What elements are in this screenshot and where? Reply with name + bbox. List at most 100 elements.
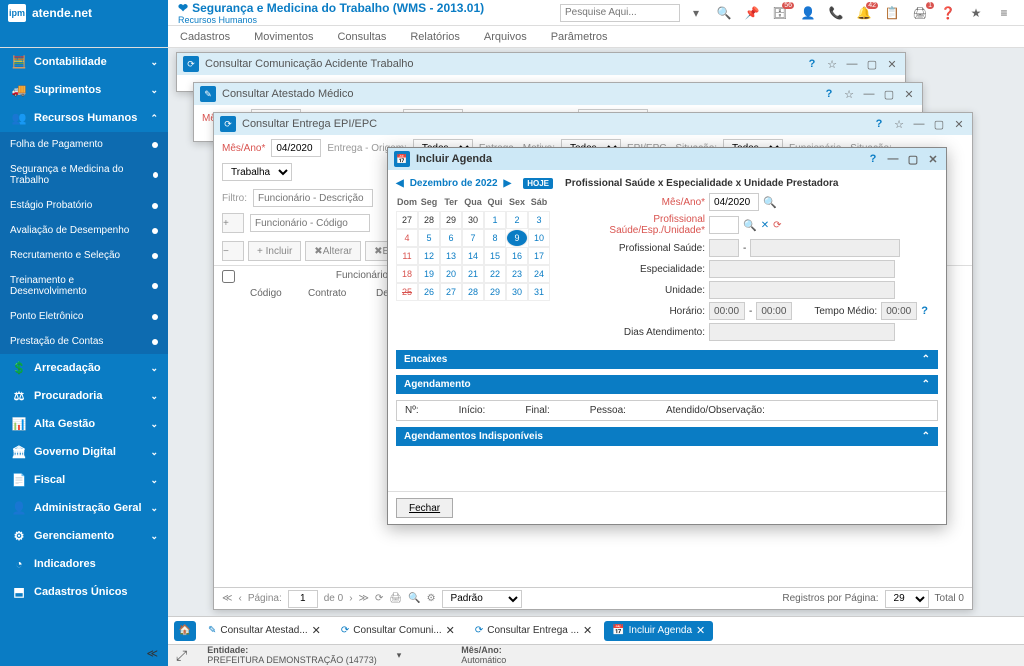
star-icon[interactable]: ★ xyxy=(964,4,988,22)
cal-today-button[interactable]: HOJE xyxy=(523,178,553,189)
maximize-icon[interactable]: ▢ xyxy=(932,117,946,131)
help-icon[interactable]: ? xyxy=(866,152,880,166)
func-select[interactable]: Trabalha... xyxy=(222,163,292,181)
menu-arquivos[interactable]: Arquivos xyxy=(472,31,539,43)
menu-icon[interactable]: ≡ xyxy=(992,4,1016,22)
refresh-icon[interactable]: ⟳ xyxy=(773,220,781,231)
print-icon[interactable]: 🖨 xyxy=(389,593,402,604)
alterar-button[interactable]: ✖ Alterar xyxy=(305,241,361,261)
cal-day[interactable]: 27 xyxy=(396,211,418,229)
help-icon[interactable]: ? xyxy=(805,57,819,71)
close-icon[interactable]: ✕ xyxy=(952,117,966,131)
clipboard-icon[interactable]: 📋 xyxy=(880,4,904,22)
search-input[interactable] xyxy=(560,4,680,22)
cal-day[interactable]: 25 xyxy=(396,283,418,301)
cal-day[interactable]: 11 xyxy=(396,247,418,265)
refresh-icon[interactable]: ⟳ xyxy=(183,56,199,72)
tab-atestado[interactable]: ✎Consultar Atestad...✕ xyxy=(200,621,329,641)
help-icon[interactable]: ? xyxy=(872,117,886,131)
cal-day[interactable]: 19 xyxy=(418,265,440,283)
cal-day[interactable]: 30 xyxy=(462,211,484,229)
star-icon[interactable]: ☆ xyxy=(892,117,906,131)
menu-relatorios[interactable]: Relatórios xyxy=(398,31,472,43)
mesano-input[interactable] xyxy=(709,193,759,211)
select-all-checkbox[interactable] xyxy=(222,270,235,283)
sidebar-cadunicos[interactable]: ⬒Cadastros Únicos xyxy=(0,578,168,606)
layout-select[interactable]: Padrão xyxy=(442,590,522,608)
gear-icon[interactable]: ⚙ xyxy=(427,593,436,604)
print-icon[interactable]: 🖨1 xyxy=(908,4,932,22)
maximize-icon[interactable]: ▢ xyxy=(906,152,920,166)
cal-day[interactable]: 13 xyxy=(440,247,462,265)
phone-icon[interactable]: 📞 xyxy=(824,4,848,22)
cal-day[interactable]: 17 xyxy=(528,247,550,265)
search-icon[interactable]: 🔍 xyxy=(743,219,757,232)
sidebar-sub-folha[interactable]: Folha de Pagamento xyxy=(0,132,168,157)
maximize-icon[interactable]: ▢ xyxy=(882,87,896,101)
sidebar-govdigital[interactable]: 🏛Governo Digital⌄ xyxy=(0,438,168,466)
cal-day[interactable]: 31 xyxy=(528,283,550,301)
prof-input[interactable] xyxy=(709,216,739,234)
sidebar-sub-estagio[interactable]: Estágio Probatório xyxy=(0,193,168,218)
sidebar-suprimentos[interactable]: 🚚Suprimentos⌄ xyxy=(0,76,168,104)
sidebar-procuradoria[interactable]: ⚖Procuradoria⌄ xyxy=(0,382,168,410)
section-agendamento[interactable]: Agendamento⌃ xyxy=(396,375,938,394)
help-icon[interactable]: ? xyxy=(921,305,928,317)
tab-comunicacao[interactable]: ⟳Consultar Comuni...✕ xyxy=(333,621,463,641)
cal-day[interactable]: 1 xyxy=(484,211,506,229)
close-icon[interactable]: ✕ xyxy=(696,624,705,637)
database-icon[interactable]: 🗄56 xyxy=(768,4,792,22)
sidebar-sub-ponto[interactable]: Ponto Eletrônico xyxy=(0,304,168,329)
cal-prev-icon[interactable]: ◀ xyxy=(396,178,404,189)
cal-day[interactable]: 6 xyxy=(440,229,462,247)
sidebar-sub-avaliacao[interactable]: Avaliação de Desempenho xyxy=(0,218,168,243)
cal-day-today[interactable]: 9 xyxy=(506,229,528,247)
cal-day[interactable]: 28 xyxy=(418,211,440,229)
cal-day[interactable]: 2 xyxy=(506,211,528,229)
sidebar-sub-treinamento[interactable]: Treinamento e Desenvolvimento xyxy=(0,268,168,304)
cal-day[interactable]: 7 xyxy=(462,229,484,247)
help-icon[interactable]: ? xyxy=(822,87,836,101)
incluir-button[interactable]: + Incluir xyxy=(248,241,301,261)
section-indisponiveis[interactable]: Agendamentos Indisponíveis⌃ xyxy=(396,427,938,446)
remove-button[interactable]: − xyxy=(222,241,244,261)
fechar-button[interactable]: Fechar xyxy=(396,498,453,518)
cal-day[interactable]: 3 xyxy=(528,211,550,229)
minimize-icon[interactable]: — xyxy=(912,117,926,131)
sidebar-sub-seguranca[interactable]: Segurança e Medicina do Trabalho xyxy=(0,157,168,193)
cal-day[interactable]: 27 xyxy=(440,283,462,301)
cal-day[interactable]: 8 xyxy=(484,229,506,247)
cal-day[interactable]: 14 xyxy=(462,247,484,265)
clear-icon[interactable]: ✕ xyxy=(761,220,769,231)
menu-consultas[interactable]: Consultas xyxy=(325,31,398,43)
close-icon[interactable]: ✕ xyxy=(583,624,592,637)
cal-day[interactable]: 5 xyxy=(418,229,440,247)
page-input[interactable] xyxy=(288,590,318,608)
pager-next-icon[interactable]: › xyxy=(349,593,352,604)
minimize-icon[interactable]: — xyxy=(862,87,876,101)
sidebar-altagestao[interactable]: 📊Alta Gestão⌄ xyxy=(0,410,168,438)
sidebar-arrecadacao[interactable]: 💲Arrecadação⌄ xyxy=(0,354,168,382)
filtro-cod[interactable] xyxy=(250,214,370,232)
menu-movimentos[interactable]: Movimentos xyxy=(242,31,325,43)
sidebar-sub-recrutamento[interactable]: Recrutamento e Seleção xyxy=(0,243,168,268)
menu-cadastros[interactable]: Cadastros xyxy=(168,31,242,43)
brand-logo[interactable]: ipm atende.net xyxy=(0,0,168,26)
pager-first-icon[interactable]: ≪ xyxy=(222,593,232,604)
perpage-select[interactable]: 29 xyxy=(885,590,929,608)
cal-day[interactable]: 26 xyxy=(418,283,440,301)
search-icon[interactable]: 🔍 xyxy=(712,4,736,22)
help-icon[interactable]: ❓ xyxy=(936,4,960,22)
sidebar-fiscal[interactable]: 📄Fiscal⌄ xyxy=(0,466,168,494)
minimize-icon[interactable]: — xyxy=(845,57,859,71)
refresh-icon[interactable]: ⟳ xyxy=(220,116,236,132)
sidebar-sub-prestacao[interactable]: Prestação de Contas xyxy=(0,329,168,354)
sidebar-rh[interactable]: 👥Recursos Humanos⌃ xyxy=(0,104,168,132)
cal-day[interactable]: 28 xyxy=(462,283,484,301)
cal-day[interactable]: 29 xyxy=(484,283,506,301)
search-icon[interactable]: 🔍 xyxy=(408,593,420,604)
refresh-icon[interactable]: ⟳ xyxy=(375,593,383,604)
chevron-down-icon[interactable]: ▾ xyxy=(684,4,708,22)
sidebar-collapse[interactable]: ≪ xyxy=(0,641,168,666)
search-icon[interactable]: 🔍 xyxy=(763,196,777,209)
